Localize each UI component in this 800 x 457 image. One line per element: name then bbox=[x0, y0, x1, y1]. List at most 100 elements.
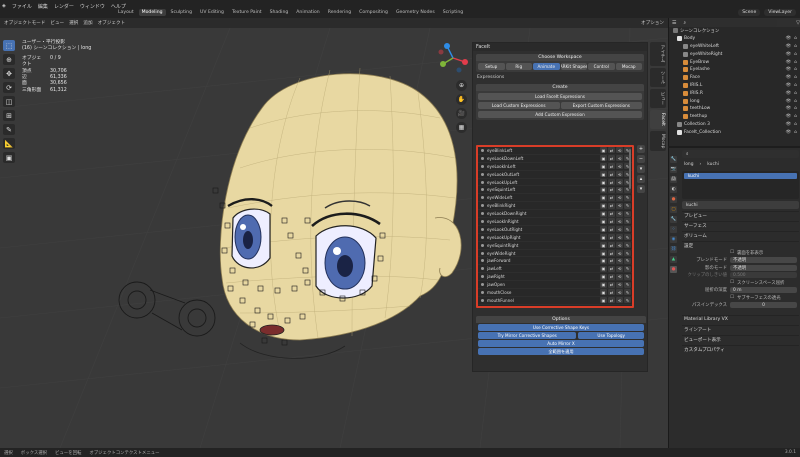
pose-icon[interactable]: ✎ bbox=[624, 250, 631, 257]
pose-icon[interactable]: ✎ bbox=[624, 234, 631, 241]
mirror-icon[interactable]: ⇄ bbox=[608, 179, 615, 185]
workspace-header[interactable]: Choose Workspace bbox=[476, 54, 644, 61]
add-icon[interactable]: + bbox=[637, 145, 645, 153]
remove-icon[interactable]: − bbox=[637, 155, 645, 163]
reset-icon[interactable]: ⟲ bbox=[616, 281, 623, 288]
pose-icon[interactable]: ✎ bbox=[624, 210, 631, 217]
outliner-item[interactable]: IRIS.R 👁 ⌂ bbox=[669, 89, 800, 97]
refraction-depth-field[interactable]: 0 m bbox=[730, 287, 797, 294]
reset-icon[interactable]: ⟲ bbox=[616, 257, 623, 264]
outliner-item[interactable]: Body 👁 ⌂ bbox=[669, 35, 800, 43]
reset-icon[interactable]: ⟲ bbox=[616, 147, 623, 154]
visibility-eye-icon[interactable]: 👁 bbox=[786, 75, 792, 80]
tab-rig[interactable]: Rig bbox=[505, 63, 532, 70]
zoom-icon[interactable]: ⊕ bbox=[456, 80, 467, 91]
edit-icon[interactable]: ▣ bbox=[600, 265, 607, 272]
mirror-icon[interactable]: ⇄ bbox=[608, 289, 615, 296]
load-custom-expressions-button[interactable]: Load Custom Expressions bbox=[478, 102, 560, 109]
use-topology-toggle[interactable]: Use Topology bbox=[578, 332, 644, 339]
section-viewport-display[interactable]: ビューポート表示 bbox=[682, 335, 799, 343]
subsurface-checkbox[interactable]: ☐ bbox=[730, 295, 734, 300]
mirror-icon[interactable]: ⇄ bbox=[608, 273, 615, 280]
object-tab-icon[interactable]: ▢ bbox=[670, 206, 677, 213]
render-tab-icon[interactable]: 📷 bbox=[670, 166, 677, 173]
move-down-icon[interactable]: ▾ bbox=[637, 185, 645, 193]
pose-icon[interactable]: ✎ bbox=[624, 218, 631, 225]
list-item[interactable]: jawLeft ▣ ⇄ ⟲ ✎ bbox=[478, 265, 632, 274]
edit-icon[interactable]: ▣ bbox=[600, 186, 607, 193]
outliner-item[interactable]: FaceIt_Collection 👁 ⌂ bbox=[669, 128, 800, 136]
reset-icon[interactable]: ⟲ bbox=[616, 155, 623, 162]
list-item[interactable]: jawForward ▣ ⇄ ⟲ ✎ bbox=[478, 257, 632, 266]
list-item[interactable]: eyeLookInLeft ▣ ⇄ ⟲ ✎ bbox=[478, 163, 632, 171]
reset-icon[interactable]: ⟲ bbox=[616, 202, 623, 209]
export-custom-expressions-button[interactable]: Export Custom Expressions bbox=[560, 102, 642, 109]
physics-tab-icon[interactable]: ◉ bbox=[670, 236, 677, 243]
outliner-item[interactable]: EyeBrow 👁 ⌂ bbox=[669, 58, 800, 66]
edit-icon[interactable]: ▣ bbox=[600, 257, 607, 264]
try-mirror-corrective-toggle[interactable]: Try Mirror Corrective Shapes bbox=[478, 332, 577, 339]
list-item[interactable]: eyeBlinkLeft ▣ ⇄ ⟲ ✎ bbox=[478, 147, 632, 155]
edit-icon[interactable]: ▣ bbox=[600, 155, 607, 162]
clip-threshold-field[interactable]: 0.500 bbox=[730, 272, 797, 279]
camera-render-icon[interactable]: ⌂ bbox=[794, 75, 797, 80]
outliner-item[interactable]: Eyelashe 👁 ⌂ bbox=[669, 66, 800, 74]
use-corrective-shape-keys-toggle[interactable]: Use Corrective Shape Keys bbox=[478, 324, 644, 331]
shadow-mode-select[interactable]: 不透明 bbox=[730, 264, 797, 271]
menu-window[interactable]: ウィンドウ bbox=[80, 3, 105, 10]
outliner-item[interactable]: eyeWhiteRight 👁 ⌂ bbox=[669, 50, 800, 58]
camera-render-icon[interactable]: ⌂ bbox=[794, 130, 797, 135]
tab-animation[interactable]: Animation bbox=[293, 9, 322, 16]
outliner-item[interactable]: long 👁 ⌂ bbox=[669, 97, 800, 105]
world-tab-icon[interactable]: ● bbox=[670, 196, 677, 203]
reset-icon[interactable]: ⟲ bbox=[616, 210, 623, 217]
mirror-icon[interactable]: ⇄ bbox=[608, 194, 615, 201]
list-scrollbar[interactable] bbox=[629, 149, 631, 189]
mirror-icon[interactable]: ⇄ bbox=[608, 147, 615, 154]
list-item[interactable]: eyeLookUpRight ▣ ⇄ ⟲ ✎ bbox=[478, 234, 632, 242]
move-tool-icon[interactable]: ✥ bbox=[3, 68, 15, 79]
sidebar-tab-faceit[interactable]: FaceIt bbox=[650, 110, 666, 129]
list-item[interactable]: jawRight ▣ ⇄ ⟲ ✎ bbox=[478, 273, 632, 282]
transform-tool-icon[interactable]: ⊞ bbox=[3, 110, 15, 121]
edit-icon[interactable]: ▣ bbox=[600, 171, 607, 178]
visibility-eye-icon[interactable]: 👁 bbox=[786, 36, 792, 41]
camera-render-icon[interactable]: ⌂ bbox=[794, 91, 797, 96]
mirror-icon[interactable]: ⇄ bbox=[608, 265, 615, 272]
load-faceit-expressions-button[interactable]: Load FaceIt Expressions bbox=[478, 93, 642, 100]
tab-compositing[interactable]: Compositing bbox=[356, 9, 391, 16]
outliner-item[interactable]: teethLow 👁 ⌂ bbox=[669, 105, 800, 113]
pose-icon[interactable]: ✎ bbox=[624, 226, 631, 233]
outliner-item[interactable]: Face 👁 ⌂ bbox=[669, 74, 800, 82]
reset-icon[interactable]: ⟲ bbox=[616, 171, 623, 178]
options-header[interactable]: Options bbox=[476, 316, 646, 323]
scene-selector[interactable]: Scene bbox=[738, 9, 761, 16]
pose-icon[interactable]: ✎ bbox=[624, 273, 631, 280]
tab-arkit-shapes[interactable]: ARKit Shapes bbox=[560, 63, 587, 70]
subsurface-row[interactable]: ☐ サブサーフェスの透光 bbox=[680, 294, 800, 302]
visibility-eye-icon[interactable]: 👁 bbox=[786, 99, 792, 104]
camera-render-icon[interactable]: ⌂ bbox=[794, 44, 797, 49]
edit-icon[interactable]: ▣ bbox=[600, 218, 607, 225]
edit-icon[interactable]: ▣ bbox=[600, 297, 607, 304]
section-line-art[interactable]: ラインアート bbox=[682, 325, 799, 333]
add-custom-expression-button[interactable]: Add Custom Expression bbox=[478, 111, 642, 118]
list-item[interactable]: eyeLookOutLeft ▣ ⇄ ⟲ ✎ bbox=[478, 171, 632, 179]
visibility-eye-icon[interactable]: 👁 bbox=[786, 130, 792, 135]
apply-all-button[interactable]: 全範囲を適用 bbox=[478, 348, 644, 355]
pose-icon[interactable]: ✎ bbox=[624, 194, 631, 201]
mirror-icon[interactable]: ⇄ bbox=[608, 281, 615, 288]
sidebar-tab-view[interactable]: ビュー bbox=[650, 88, 666, 109]
reset-icon[interactable]: ⟲ bbox=[616, 179, 623, 185]
outliner-item[interactable]: teethup 👁 ⌂ bbox=[669, 113, 800, 121]
menu-file[interactable]: ファイル bbox=[12, 3, 32, 10]
particles-tab-icon[interactable]: ⁘ bbox=[670, 226, 677, 233]
edit-icon[interactable]: ▣ bbox=[600, 234, 607, 241]
edit-icon[interactable]: ▣ bbox=[600, 250, 607, 257]
reset-icon[interactable]: ⟲ bbox=[616, 186, 623, 193]
edit-icon[interactable]: ▣ bbox=[600, 289, 607, 296]
edit-icon[interactable]: ▣ bbox=[600, 242, 607, 249]
camera-render-icon[interactable]: ⌂ bbox=[794, 106, 797, 111]
chevron-down-icon[interactable]: ▾ bbox=[637, 165, 645, 173]
scale-tool-icon[interactable]: ◫ bbox=[3, 96, 15, 107]
